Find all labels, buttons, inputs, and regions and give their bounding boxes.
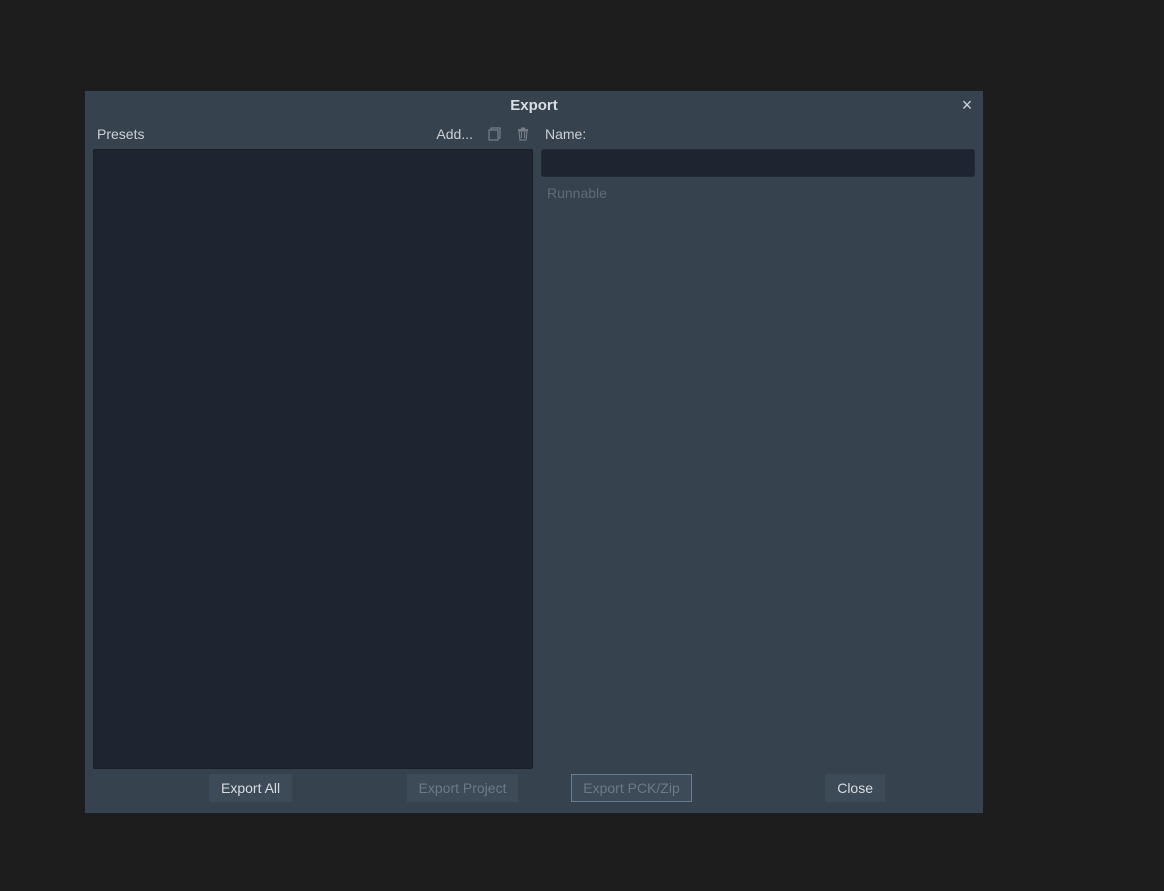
presets-label: Presets — [93, 126, 144, 142]
presets-panel: Presets Add... — [93, 119, 533, 769]
export-pck-button[interactable]: Export PCK/Zip — [571, 774, 691, 802]
close-icon[interactable]: × — [957, 95, 977, 115]
settings-panel: Name: Runnable — [541, 119, 975, 769]
close-button[interactable]: Close — [825, 774, 885, 802]
runnable-row: Runnable — [541, 185, 975, 201]
dialog-footer: Export All Export Project Export PCK/Zip… — [85, 769, 983, 813]
preset-list[interactable] — [93, 149, 533, 769]
trash-icon[interactable] — [513, 124, 533, 144]
name-label: Name: — [541, 126, 586, 142]
export-all-button[interactable]: Export All — [209, 774, 292, 802]
dialog-titlebar: Export × — [85, 91, 983, 119]
runnable-label: Runnable — [547, 185, 607, 201]
dialog-body: Presets Add... — [85, 119, 983, 769]
presets-header: Presets Add... — [93, 119, 533, 149]
export-dialog: Export × Presets Add... — [84, 90, 984, 814]
add-preset-button[interactable]: Add... — [432, 124, 477, 144]
export-project-button[interactable]: Export Project — [407, 774, 519, 802]
name-row: Name: — [541, 119, 975, 149]
duplicate-icon[interactable] — [485, 124, 505, 144]
name-input[interactable] — [541, 149, 975, 177]
dialog-title: Export — [510, 97, 558, 114]
